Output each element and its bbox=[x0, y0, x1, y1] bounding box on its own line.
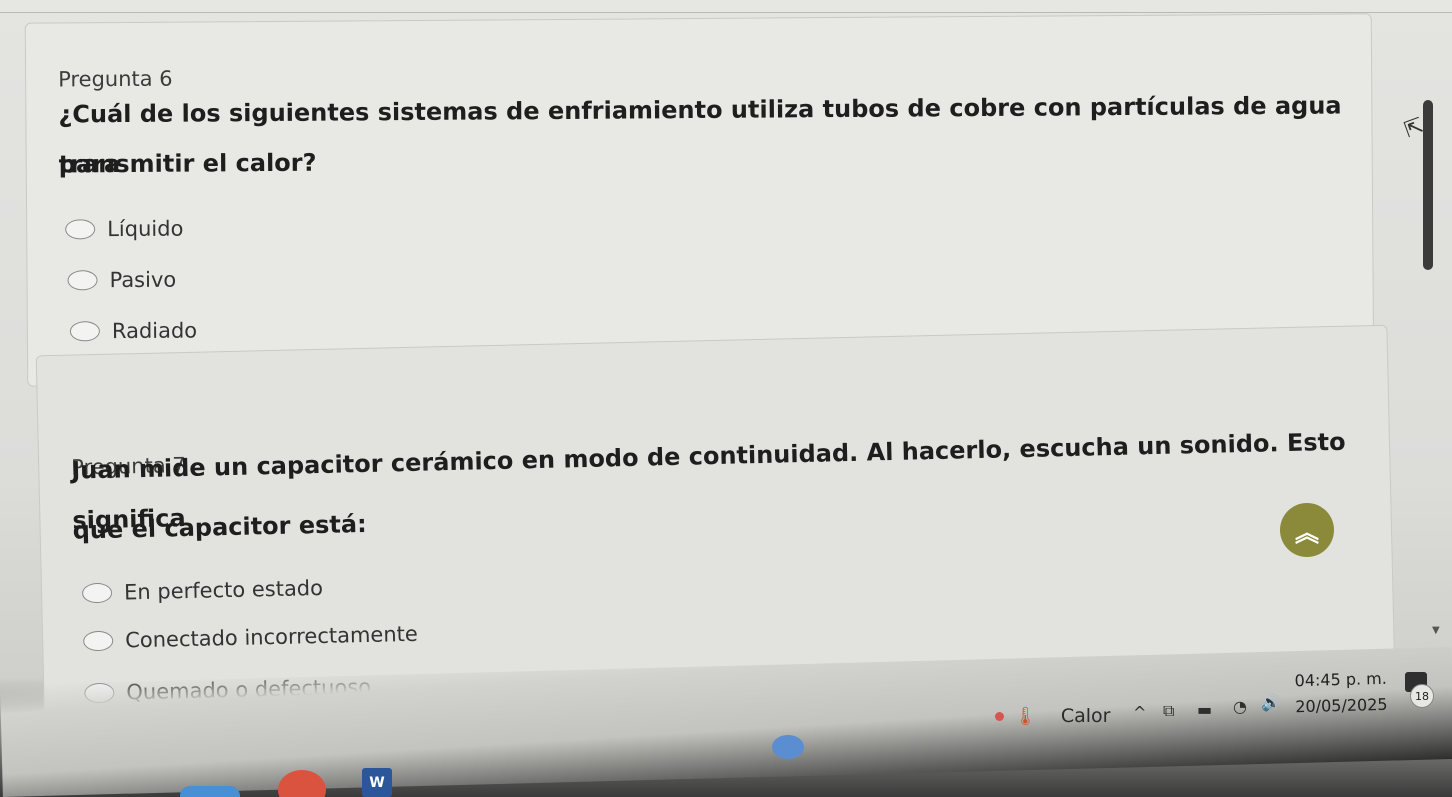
clock-date: 20/05/2025 bbox=[1295, 694, 1388, 717]
option-label: Pasivo bbox=[109, 267, 177, 293]
radio-button[interactable] bbox=[81, 582, 113, 604]
clock-time: 04:45 p. m. bbox=[1294, 668, 1388, 691]
option-en-perfecto-estado[interactable]: En perfecto estado bbox=[81, 575, 324, 605]
back-to-top-button[interactable]: ︽ bbox=[1280, 503, 1334, 557]
option-radiado[interactable]: Radiado bbox=[69, 318, 198, 344]
weather-label: Calor bbox=[1060, 705, 1111, 727]
question-number: Pregunta 6 bbox=[58, 66, 173, 92]
scrollbar-thumb[interactable] bbox=[1423, 100, 1433, 270]
screen: Pregunta 6 ¿Cuál de los siguientes siste… bbox=[0, 0, 1452, 797]
option-label: En perfecto estado bbox=[123, 575, 324, 605]
option-label: Conectado incorrectamente bbox=[124, 621, 419, 653]
word-app-icon[interactable]: W bbox=[362, 768, 392, 797]
option-conectado-incorrectamente[interactable]: Conectado incorrectamente bbox=[82, 621, 419, 654]
option-pasivo[interactable]: Pasivo bbox=[67, 268, 176, 293]
weather-indicator-icon bbox=[995, 711, 1004, 721]
question-text-line: que el capacitor está: bbox=[72, 509, 367, 545]
double-chevron-up-icon: ︽ bbox=[1295, 518, 1319, 547]
volume-icon[interactable]: 🔊 bbox=[1261, 693, 1281, 712]
battery-icon[interactable]: ▬ bbox=[1197, 700, 1212, 719]
browser-top-edge bbox=[0, 0, 1452, 13]
wifi-icon[interactable]: ◔ bbox=[1233, 697, 1247, 716]
radio-button[interactable] bbox=[82, 630, 114, 652]
scroll-down-arrow-icon[interactable]: ▼ bbox=[1432, 625, 1440, 636]
meet-now-icon[interactable]: ⧉ bbox=[1163, 701, 1174, 721]
question-text-line: transmitir el calor? bbox=[58, 148, 317, 179]
app-icon[interactable] bbox=[180, 786, 240, 797]
chevron-up-icon[interactable]: ^ bbox=[1133, 703, 1146, 722]
clock[interactable]: 04:45 p. m. 20/05/2025 bbox=[1294, 666, 1388, 720]
thermometer-icon: 🌡 bbox=[1014, 705, 1037, 727]
option-liquido[interactable]: Líquido bbox=[65, 217, 183, 242]
notification-badge: 18 bbox=[1410, 684, 1434, 708]
app-icon[interactable] bbox=[772, 735, 804, 759]
option-label: Líquido bbox=[107, 216, 184, 242]
weather-widget[interactable]: 🌡 Calor bbox=[995, 705, 1110, 727]
radio-button[interactable] bbox=[69, 321, 100, 342]
option-label: Radiado bbox=[111, 318, 198, 344]
radio-button[interactable] bbox=[65, 219, 96, 240]
radio-button[interactable] bbox=[67, 270, 98, 291]
